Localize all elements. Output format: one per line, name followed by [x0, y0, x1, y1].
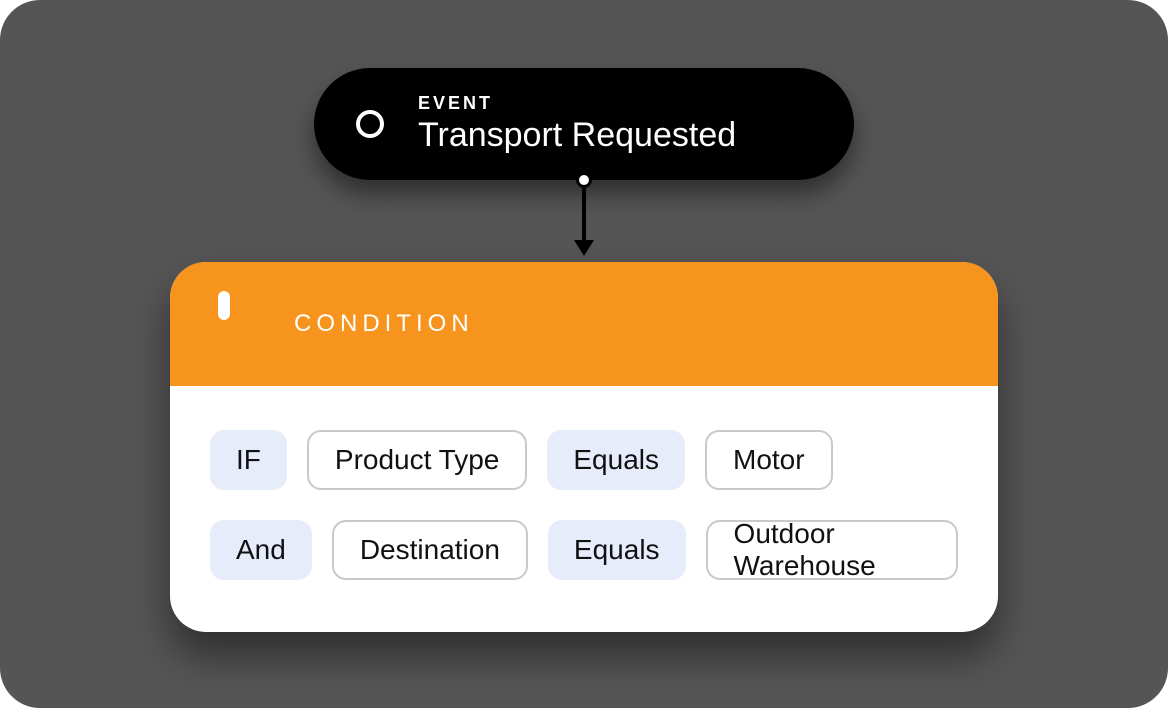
- condition-body: IF Product Type Equals Motor And Destina…: [170, 386, 998, 632]
- event-title: Transport Requested: [418, 116, 736, 155]
- workflow-canvas: EVENT Transport Requested CONDITION IF P…: [0, 0, 1168, 708]
- condition-type-label: CONDITION: [294, 310, 474, 338]
- condition-header: CONDITION: [170, 262, 998, 386]
- arrow-down-icon: [574, 240, 594, 256]
- value-chip-motor[interactable]: Motor: [705, 430, 833, 490]
- value-chip-outdoor-warehouse[interactable]: Outdoor Warehouse: [706, 520, 958, 580]
- field-chip-product-type[interactable]: Product Type: [307, 430, 527, 490]
- field-chip-destination[interactable]: Destination: [332, 520, 528, 580]
- condition-node[interactable]: CONDITION IF Product Type Equals Motor A…: [170, 262, 998, 632]
- connector-chip-and[interactable]: And: [210, 520, 312, 580]
- connector-line: [582, 188, 586, 244]
- operator-chip-equals[interactable]: Equals: [547, 430, 685, 490]
- connector-chip-if[interactable]: IF: [210, 430, 287, 490]
- event-type-label: EVENT: [418, 93, 736, 114]
- condition-row: IF Product Type Equals Motor: [210, 430, 958, 490]
- condition-row: And Destination Equals Outdoor Warehouse: [210, 520, 958, 580]
- event-circle-icon: [356, 110, 384, 138]
- event-texts: EVENT Transport Requested: [418, 93, 736, 155]
- event-output-port[interactable]: [576, 172, 592, 188]
- operator-chip-equals[interactable]: Equals: [548, 520, 686, 580]
- event-node[interactable]: EVENT Transport Requested: [314, 68, 854, 180]
- diamond-icon: [210, 297, 264, 351]
